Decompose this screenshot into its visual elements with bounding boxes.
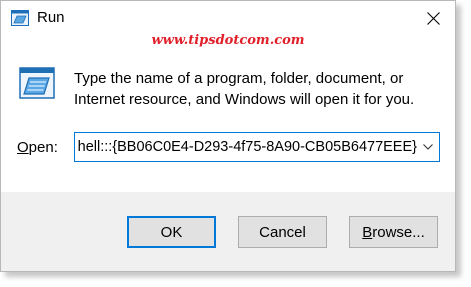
- run-app-icon: [11, 10, 29, 26]
- run-dialog: Run www.tipsdotcom.com Type the name of …: [0, 0, 456, 272]
- button-bar: OK Cancel Browse...: [1, 192, 455, 271]
- instruction-text: Type the name of a program, folder, docu…: [74, 70, 415, 108]
- open-combobox[interactable]: [74, 132, 440, 162]
- ok-button[interactable]: OK: [127, 216, 216, 248]
- open-label: Open:: [17, 139, 58, 156]
- browse-label: rowse...: [372, 223, 425, 241]
- open-label-mnemonic: O: [17, 139, 29, 156]
- close-button[interactable]: [419, 5, 447, 31]
- open-dropdown-button[interactable]: [417, 133, 439, 161]
- chevron-down-icon: [423, 144, 433, 150]
- close-icon: [426, 11, 440, 25]
- title-bar[interactable]: Run: [1, 1, 455, 35]
- open-label-text: pen:: [28, 139, 58, 156]
- cancel-button[interactable]: Cancel: [238, 216, 327, 248]
- watermark: www.tipsdotcom.com: [151, 33, 305, 48]
- window-title: Run: [37, 9, 65, 26]
- open-input[interactable]: [75, 133, 417, 161]
- run-dialog-icon: [19, 67, 55, 99]
- browse-mnemonic: B: [362, 223, 373, 241]
- browse-button[interactable]: Browse...: [349, 216, 438, 248]
